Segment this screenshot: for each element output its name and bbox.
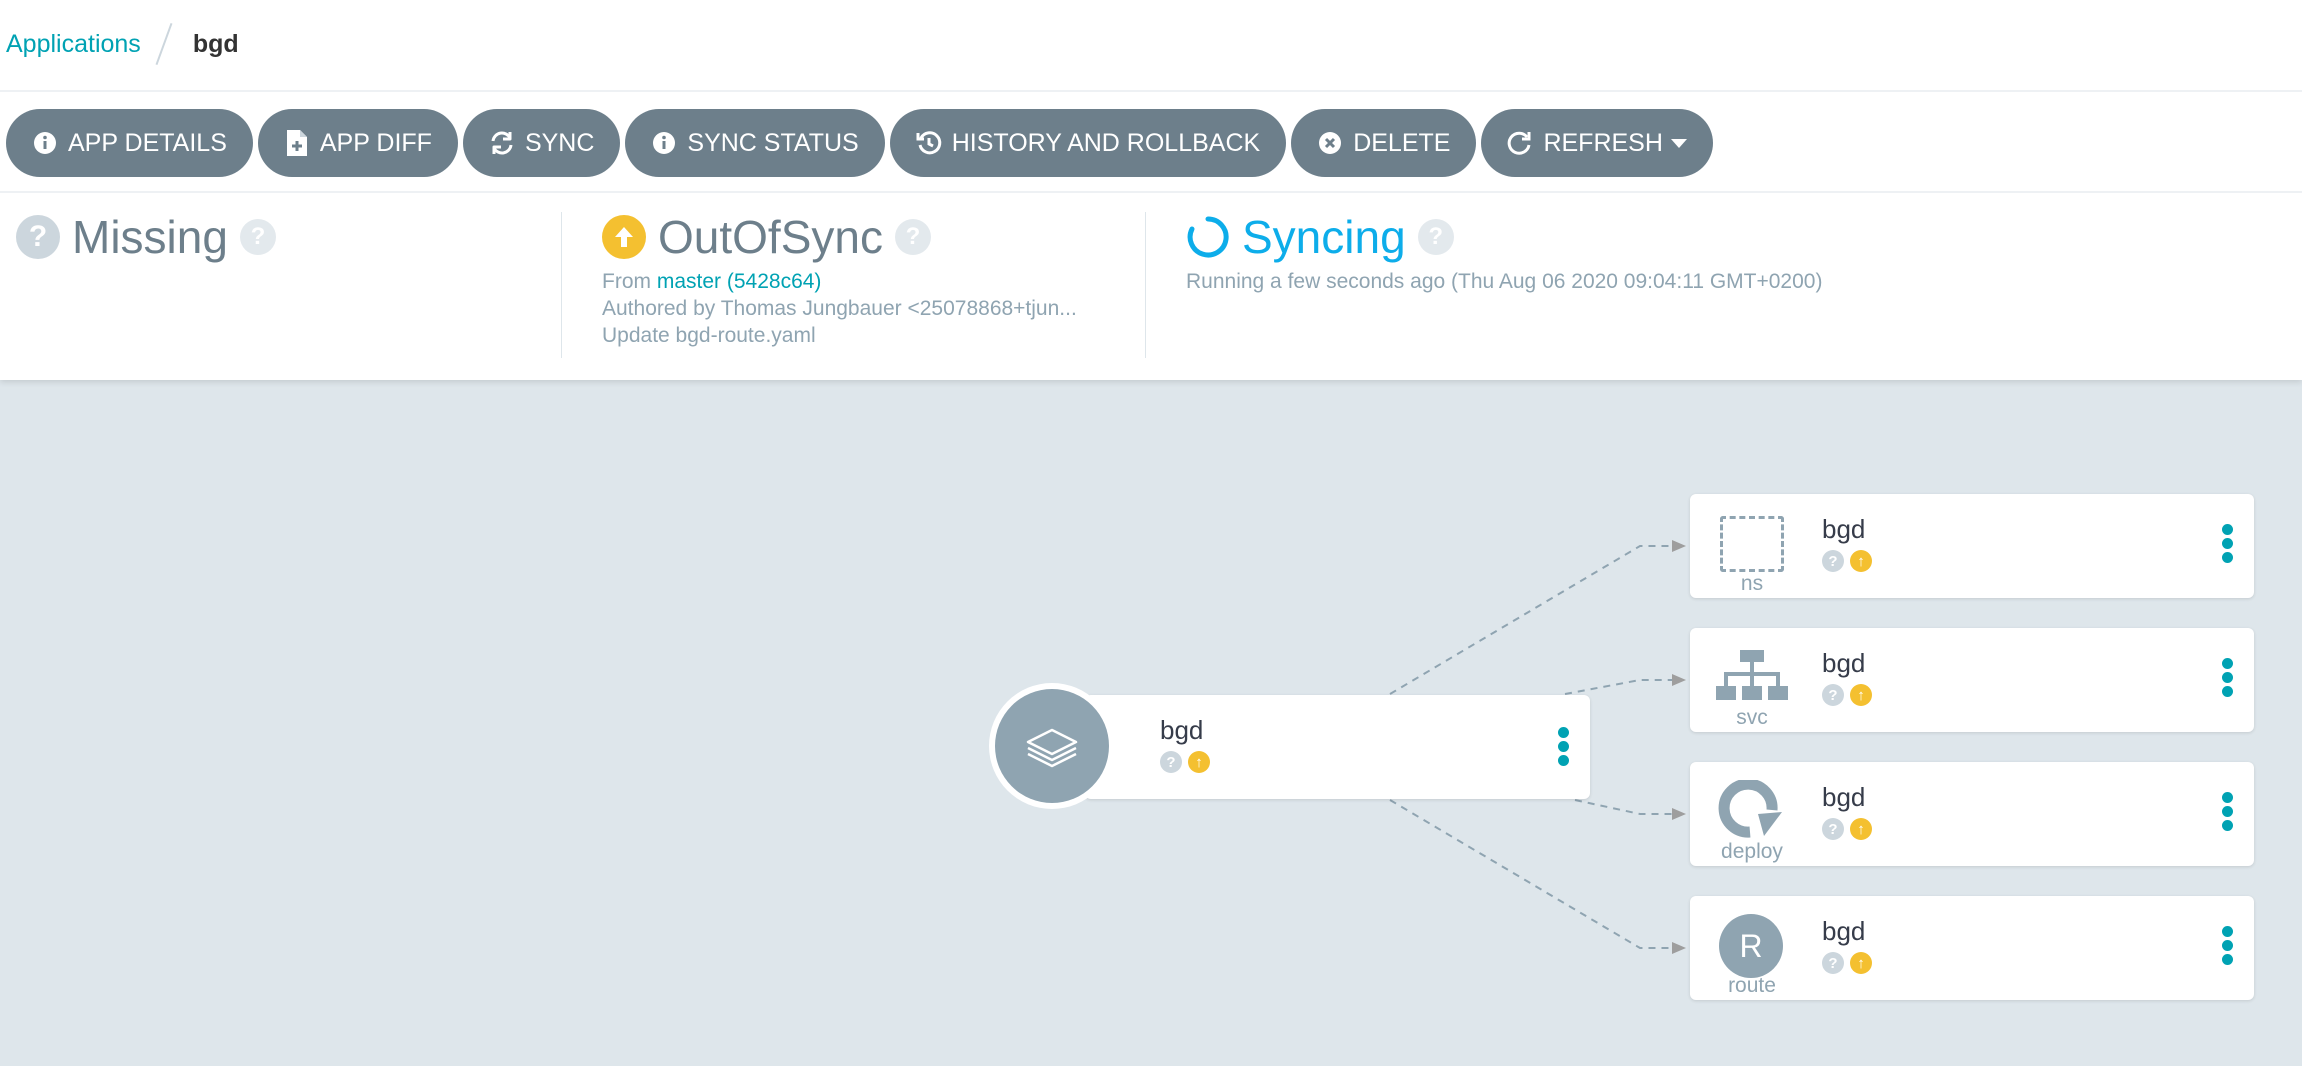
health-unknown-icon: ? (1160, 751, 1182, 773)
resource-menu-button[interactable] (2220, 926, 2234, 965)
resource-name: bgd (1822, 916, 1866, 946)
edge-route (1389, 799, 1680, 949)
resource-menu-button[interactable] (2220, 524, 2234, 563)
app-node-menu-button[interactable] (1556, 727, 1570, 766)
edge-deploy (1574, 799, 1680, 815)
route-icon: R (1719, 914, 1783, 978)
app-node-icon (989, 683, 1115, 809)
resource-menu-button[interactable] (2220, 792, 2234, 831)
deployment-icon (1718, 780, 1782, 838)
out-of-sync-icon: ↑ (1188, 751, 1210, 773)
namespace-icon (1720, 516, 1784, 572)
app-node[interactable]: bgd ? ↑ (1085, 695, 1590, 799)
edge-arrowhead (1672, 942, 1686, 954)
out-of-sync-icon: ↑ (1850, 818, 1872, 840)
resource-menu-button[interactable] (2220, 658, 2234, 697)
service-icon (1716, 650, 1788, 700)
resource-kind: svc (1736, 706, 1768, 729)
health-unknown-icon: ? (1822, 550, 1844, 572)
out-of-sync-icon: ↑ (1850, 952, 1872, 974)
out-of-sync-icon: ↑ (1850, 550, 1872, 572)
resource-kind: deploy (1721, 840, 1783, 863)
edge-svc (1564, 679, 1680, 695)
edge-ns (1389, 545, 1680, 695)
resource-node-route[interactable]: R route bgd ? ↑ (1690, 896, 2254, 1000)
layers-icon (1026, 728, 1078, 768)
health-unknown-icon: ? (1822, 818, 1844, 840)
health-unknown-icon: ? (1822, 952, 1844, 974)
resource-kind: route (1728, 974, 1776, 997)
app-node-name: bgd (1160, 715, 1204, 745)
resource-node-ns[interactable]: ns bgd ? ↑ (1690, 494, 2254, 598)
edge-arrowhead (1672, 674, 1686, 686)
edge-arrowhead (1672, 540, 1686, 552)
resource-name: bgd (1822, 782, 1866, 812)
out-of-sync-icon: ↑ (1850, 684, 1872, 706)
resource-name: bgd (1822, 514, 1866, 544)
resource-name: bgd (1822, 648, 1866, 678)
resource-kind: ns (1740, 572, 1764, 595)
edge-arrowhead (1672, 808, 1686, 820)
resource-node-deploy[interactable]: deploy bgd ? ↑ (1690, 762, 2254, 866)
health-unknown-icon: ? (1822, 684, 1844, 706)
resource-node-svc[interactable]: svc bgd ? ↑ (1690, 628, 2254, 732)
